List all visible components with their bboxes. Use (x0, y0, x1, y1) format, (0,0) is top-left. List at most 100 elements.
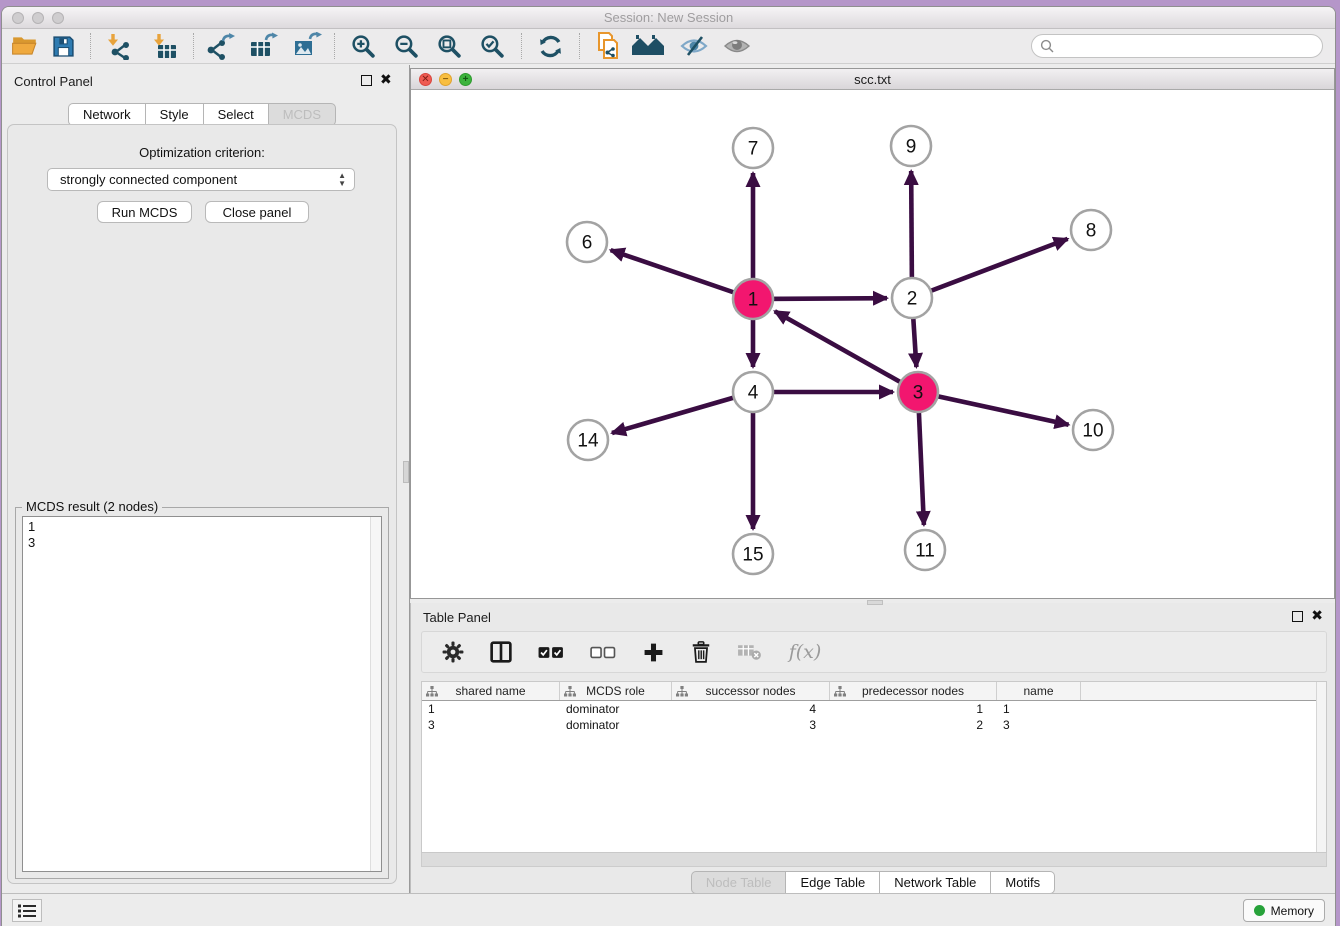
node-table: shared name MCDS role successor nodes pr… (421, 681, 1327, 853)
search-input[interactable] (1054, 36, 1322, 56)
show-all-icon[interactable] (720, 31, 754, 61)
cell-name[interactable]: 3 (997, 717, 1081, 733)
zoom-selected-icon[interactable] (475, 31, 509, 61)
application-window: Session: New Session (1, 6, 1336, 926)
export-table-icon[interactable] (246, 31, 280, 61)
table-panel: Table Panel ✖ (410, 603, 1335, 893)
cell-successor-nodes[interactable]: 3 (672, 717, 830, 733)
graph-node-label: 15 (742, 545, 763, 566)
graph-edge-4-14[interactable] (612, 392, 753, 433)
horizontal-splitter-grip[interactable] (867, 600, 883, 605)
column-header-predecessor-nodes[interactable]: predecessor nodes (830, 682, 997, 700)
save-session-icon[interactable] (46, 31, 80, 61)
network-window-title: scc.txt (411, 72, 1334, 87)
network-canvas[interactable]: 7968124314101511 (411, 90, 1334, 598)
memory-label: Memory (1271, 904, 1314, 918)
cell-shared-name[interactable]: 1 (422, 701, 560, 717)
float-panel-icon[interactable] (361, 75, 372, 86)
column-label: predecessor nodes (862, 684, 964, 698)
vertical-splitter[interactable] (402, 65, 410, 893)
cell-name[interactable]: 1 (997, 701, 1081, 717)
close-panel-button[interactable]: Close panel (205, 201, 309, 223)
export-image-icon[interactable] (290, 31, 324, 61)
mcds-result-text[interactable]: 1 3 (22, 516, 382, 872)
network-graph[interactable]: 7968124314101511 (411, 90, 1336, 599)
tab-node-table[interactable]: Node Table (691, 871, 786, 894)
search-field[interactable] (1031, 34, 1323, 58)
status-bar: Memory (2, 893, 1335, 926)
run-mcds-button[interactable]: Run MCDS (97, 201, 192, 223)
table-scrollbar[interactable] (1316, 682, 1326, 852)
tab-select[interactable]: Select (203, 103, 268, 126)
graph-node-label: 14 (577, 431, 599, 452)
unselect-all-columns-icon[interactable] (588, 639, 618, 665)
cell-mcds-role[interactable]: dominator (560, 717, 672, 733)
result-scrollbar[interactable] (370, 517, 381, 871)
mcds-result-group: MCDS result (2 nodes) 1 3 (15, 507, 389, 879)
first-neighbors-icon[interactable] (631, 31, 665, 61)
column-header-name[interactable]: name (997, 682, 1081, 700)
table-footer-strip (421, 853, 1327, 867)
criterion-dropdown[interactable]: strongly connected component ▲▼ (47, 168, 355, 191)
cell-mcds-role[interactable]: dominator (560, 701, 672, 717)
graph-edge-3-1[interactable] (775, 311, 918, 392)
graph-node-label: 9 (906, 137, 917, 158)
function-builder-icon: f(x) (784, 639, 826, 665)
mcds-panel: Optimization criterion: strongly connect… (7, 124, 397, 884)
cell-shared-name[interactable]: 3 (422, 717, 560, 733)
graph-node-label: 11 (915, 541, 935, 562)
graph-node-label: 6 (582, 233, 593, 254)
network-window-titlebar: ✕ − + scc.txt (411, 69, 1334, 90)
column-header-mcds-role[interactable]: MCDS role (560, 682, 672, 700)
column-label: shared name (455, 684, 525, 698)
column-header-successor-nodes[interactable]: successor nodes (672, 682, 830, 700)
optimization-criterion-label: Optimization criterion: (8, 145, 396, 160)
graph-edge-2-8[interactable] (912, 239, 1068, 298)
import-table-icon[interactable] (148, 31, 182, 61)
task-list-button[interactable] (12, 899, 42, 922)
duplicate-network-icon[interactable] (591, 31, 625, 61)
graph-node-label: 3 (913, 383, 924, 404)
zoom-in-icon[interactable] (346, 31, 380, 61)
hide-selected-icon[interactable] (677, 31, 711, 61)
close-table-panel-icon[interactable]: ✖ (1311, 608, 1323, 622)
zoom-out-icon[interactable] (389, 31, 423, 61)
show-column-panel-icon[interactable] (488, 639, 514, 665)
tab-edge-table[interactable]: Edge Table (785, 871, 879, 894)
close-panel-icon[interactable]: ✖ (380, 72, 392, 86)
table-row[interactable]: 1 dominator 4 1 1 (422, 701, 1326, 717)
graph-edge-1-6[interactable] (611, 250, 753, 299)
graph-node-label: 4 (748, 383, 759, 404)
create-column-plus-icon[interactable] (640, 639, 666, 665)
network-view-window: ✕ − + scc.txt 7968124314101511 (410, 68, 1335, 599)
hierarchy-icon (676, 686, 688, 697)
tab-mcds[interactable]: MCDS (268, 103, 336, 126)
open-session-icon[interactable] (8, 31, 42, 61)
table-settings-gear-icon[interactable] (440, 639, 466, 665)
refresh-icon[interactable] (533, 31, 567, 61)
tab-network[interactable]: Network (68, 103, 145, 126)
tab-motifs[interactable]: Motifs (990, 871, 1055, 894)
float-table-panel-icon[interactable] (1292, 611, 1303, 622)
cell-predecessor-nodes[interactable]: 2 (830, 717, 997, 733)
zoom-fit-icon[interactable] (432, 31, 466, 61)
table-panel-title: Table Panel (423, 610, 491, 625)
memory-button[interactable]: Memory (1243, 899, 1325, 922)
graph-node-label: 10 (1082, 421, 1103, 442)
graph-edge-3-10[interactable] (918, 392, 1069, 425)
control-panel-title: Control Panel (14, 74, 93, 89)
vertical-splitter-grip[interactable] (403, 461, 409, 483)
tab-style[interactable]: Style (145, 103, 203, 126)
hierarchy-icon (834, 686, 846, 697)
export-network-icon[interactable] (203, 31, 237, 61)
import-network-icon[interactable] (102, 31, 136, 61)
column-label: successor nodes (705, 684, 795, 698)
table-row[interactable]: 3 dominator 3 2 3 (422, 717, 1326, 733)
select-all-columns-icon[interactable] (536, 639, 566, 665)
column-header-shared-name[interactable]: shared name (422, 682, 560, 700)
tab-network-table[interactable]: Network Table (879, 871, 990, 894)
delete-column-trash-icon[interactable] (688, 639, 714, 665)
table-tabs: Node Table Edge Table Network Table Moti… (411, 871, 1335, 894)
cell-predecessor-nodes[interactable]: 1 (830, 701, 997, 717)
cell-successor-nodes[interactable]: 4 (672, 701, 830, 717)
